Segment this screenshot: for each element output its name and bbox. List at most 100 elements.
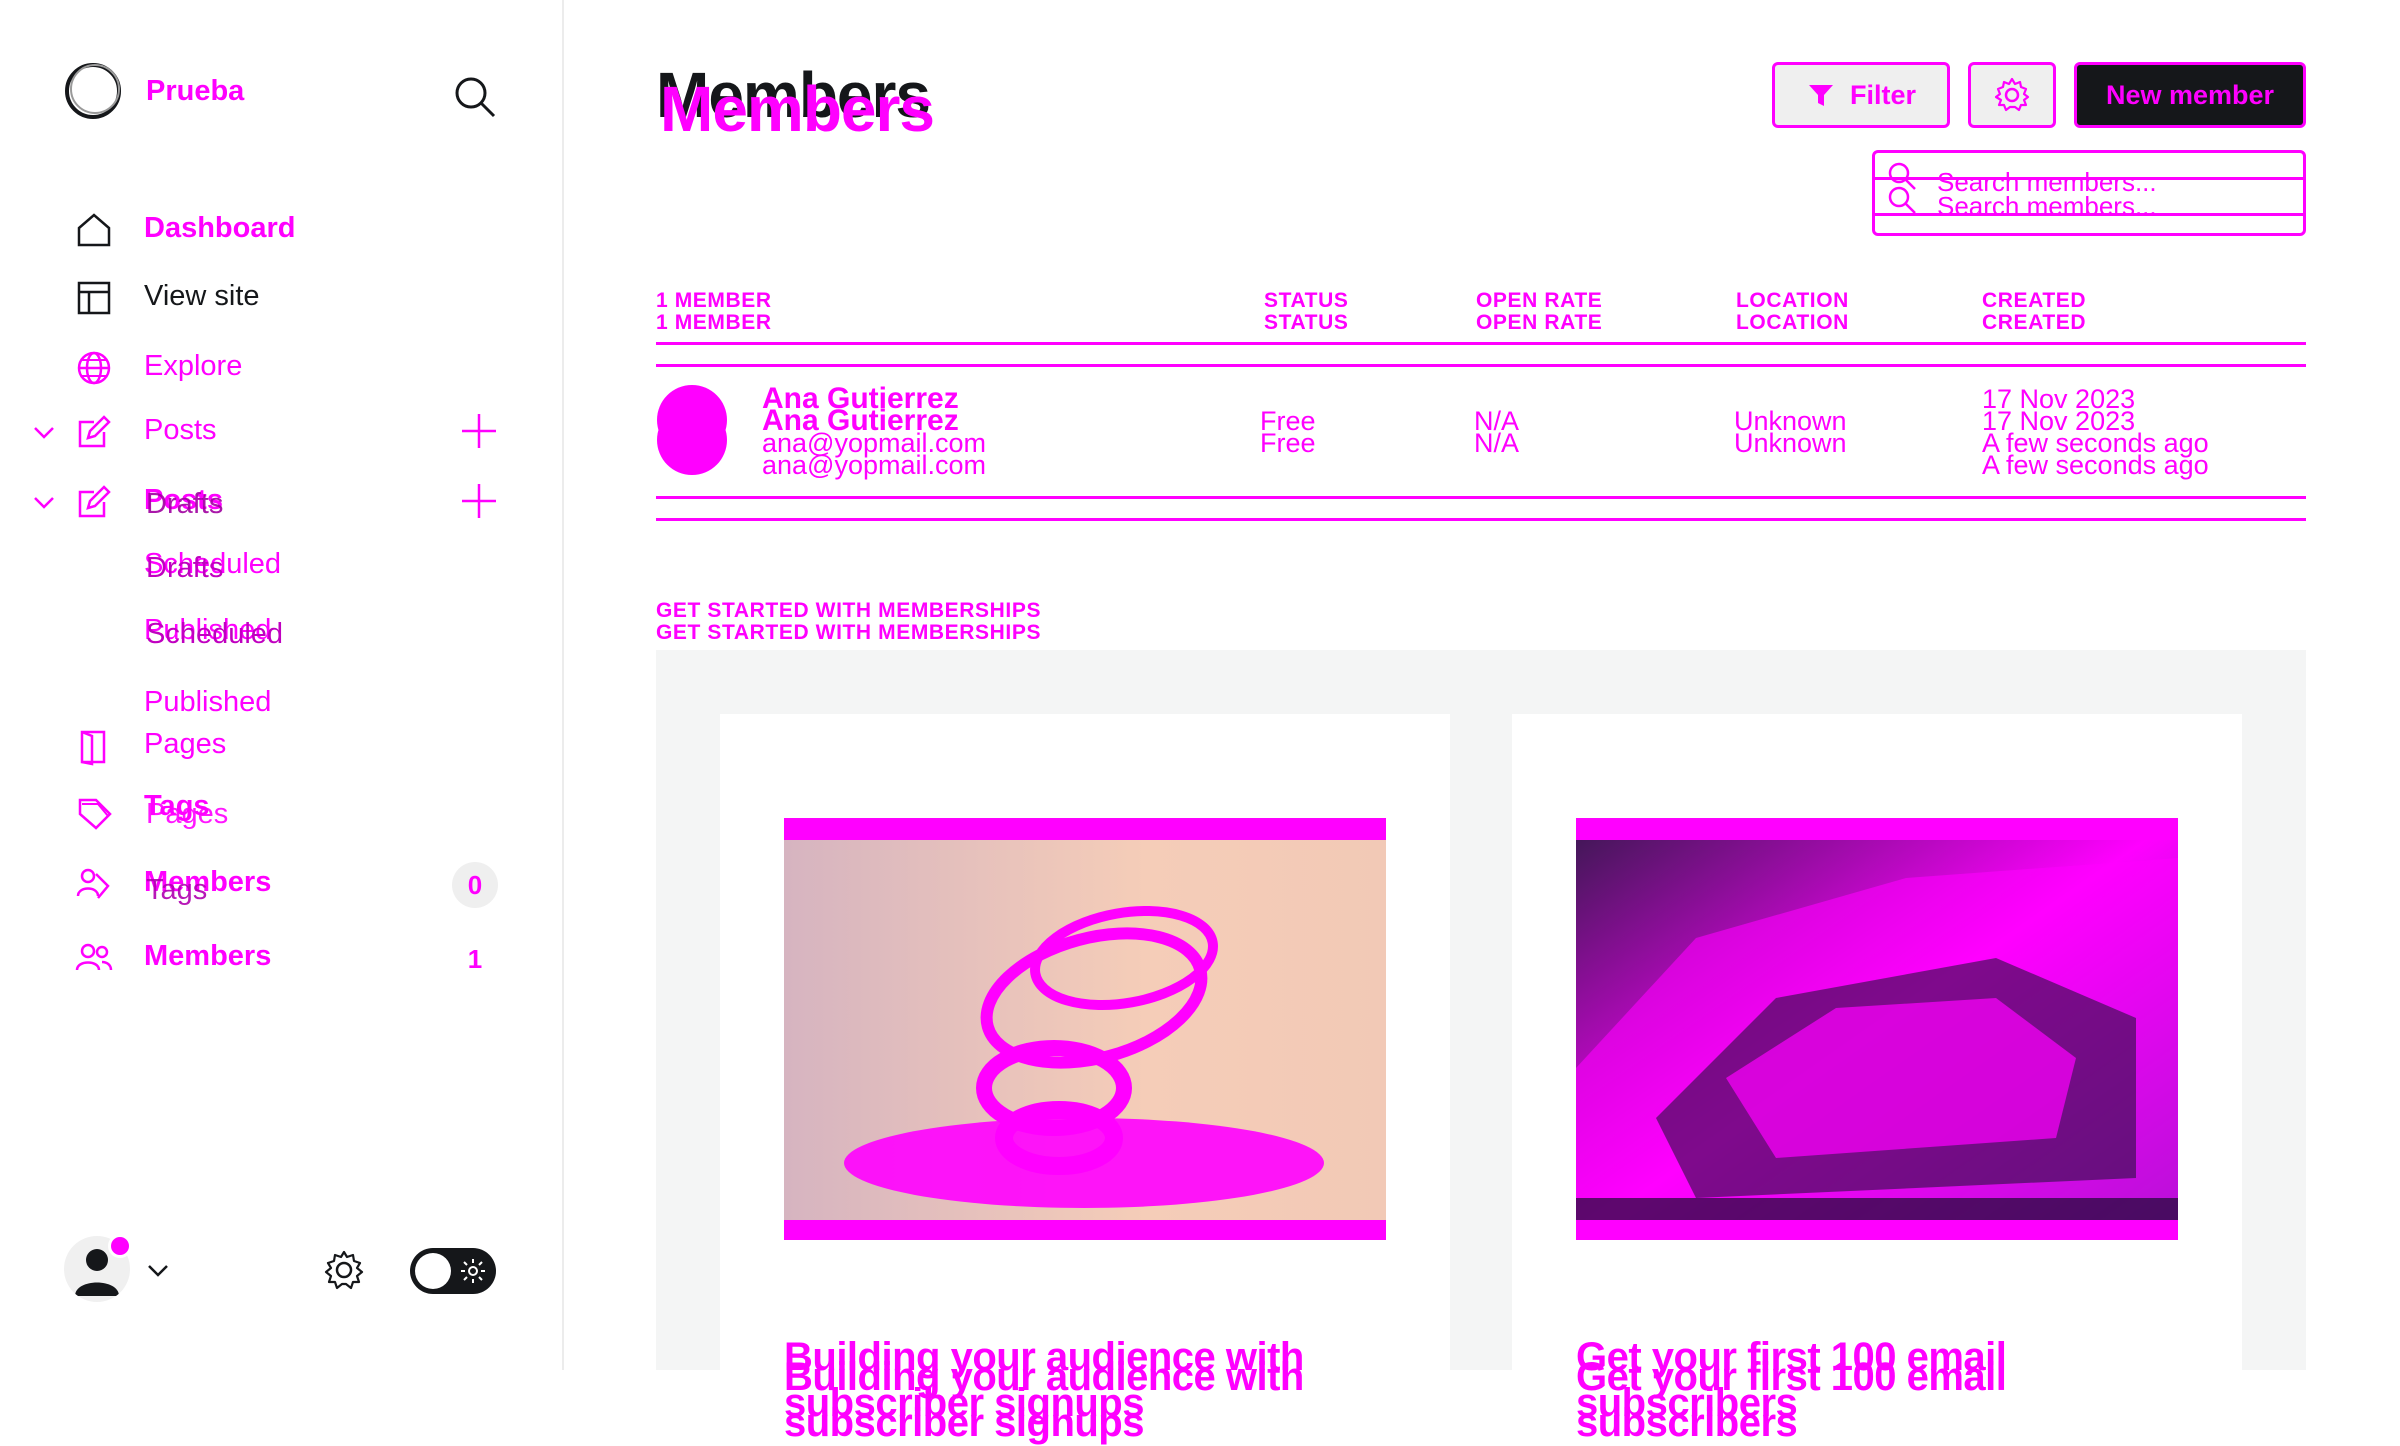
settings-gear-icon[interactable] [322, 1248, 366, 1292]
member-open-rate: N/A N/A [1474, 408, 1520, 458]
column-header-member[interactable]: 1 MEMBER 1 MEMBER [656, 290, 772, 334]
main-content: Members Members Filter New member Search… [564, 0, 2400, 1445]
add-post-icon[interactable] [460, 482, 498, 520]
sidebar-item-members[interactable]: Members Tags 0 [0, 856, 562, 912]
globe-icon [77, 351, 111, 385]
members-count-badge: 0 [452, 862, 498, 908]
sidebar-item-label: Posts [144, 414, 217, 446]
sidebar-subitem-label: Published [144, 686, 272, 718]
sidebar-item-view-site[interactable]: View site [0, 270, 562, 326]
edit-icon [78, 485, 111, 518]
sidebar-item-posts-duplicate[interactable]: Posts Drafts [0, 474, 562, 530]
member-location-text-overlap: Unknown [1734, 428, 1847, 458]
column-header-label: LOCATION [1736, 289, 1849, 312]
gear-icon [1994, 77, 2030, 112]
card-title[interactable]: Get your first 100 email subscribers Get… [1576, 1334, 2176, 1445]
filter-icon [1808, 85, 1833, 106]
get-started-title: GET STARTED WITH MEMBERSHIPS GET STARTED… [656, 600, 1041, 644]
site-brand[interactable]: Prueba [64, 62, 244, 120]
sidebar-item-label-overlap: Pages [146, 798, 229, 830]
sidebar-item-label: Dashboard [144, 212, 296, 244]
members-icon [76, 868, 110, 899]
card-image [784, 818, 1386, 1240]
column-header-label-overlap: LOCATION [1736, 311, 1849, 334]
chevron-down-icon[interactable] [144, 1256, 172, 1284]
sidebar-item-label-overlap: Tags [146, 874, 208, 906]
page-icon [80, 730, 106, 766]
table-divider [656, 496, 2306, 499]
get-started-title-text: GET STARTED WITH MEMBERSHIPS [656, 599, 1042, 622]
member-created-date: 17 Nov 2023 17 Nov 2023 [1982, 386, 2135, 435]
members-settings-button[interactable] [1968, 62, 2056, 128]
sidebar-subitem-published[interactable]: Published Scheduled [144, 614, 283, 650]
column-header-label: OPEN RATE [1476, 289, 1603, 312]
sidebar-item-posts[interactable]: Posts [0, 404, 562, 460]
member-email: ana@yopmail.com ana@yopmail.com [762, 430, 987, 480]
sidebar-item-label: Pages [144, 728, 227, 760]
members-icon [75, 943, 113, 971]
resource-card[interactable]: Get your first 100 email subscribers Get… [1512, 714, 2242, 1445]
card-title-text-overlap: Get your first 100 email subscribers [1576, 1355, 2007, 1445]
sidebar-subitem-label-overlap: Scheduled [146, 618, 284, 650]
new-member-button[interactable]: New member [2074, 62, 2306, 128]
column-header-open-rate[interactable]: OPEN RATE OPEN RATE [1476, 290, 1602, 334]
site-name: Prueba [146, 74, 245, 107]
page-title-text-overlap: Members [660, 73, 935, 145]
members-count-badge: 1 [467, 944, 483, 974]
sidebar-item-dashboard[interactable]: Dashboard [0, 202, 562, 258]
sidebar-item-members-active[interactable]: Members 1 [0, 930, 562, 986]
member-created-relative: A few seconds ago A few seconds ago [1982, 430, 2209, 480]
member-name: Ana Gutierrez Ana Gutierrez [762, 384, 959, 436]
sidebar-item-label: Members [144, 940, 272, 972]
member-status: Free Free [1260, 408, 1316, 458]
add-post-icon[interactable] [460, 412, 498, 450]
filter-button-label: Filter [1849, 79, 1916, 110]
search-members-input[interactable]: Search members... Search members... [1872, 150, 2306, 236]
member-status-text-overlap: Free [1260, 428, 1316, 458]
chevron-down-icon[interactable] [30, 418, 58, 446]
sidebar-item-tags[interactable]: Tags Pages [0, 786, 562, 842]
card-image-band [1576, 818, 2178, 840]
edit-icon [78, 415, 111, 448]
member-email-text-overlap: ana@yopmail.com [762, 450, 987, 480]
card-image-band [1576, 1220, 2178, 1240]
column-header-label: 1 MEMBER [656, 289, 772, 312]
sidebar-item-pages[interactable]: Pages [0, 718, 562, 774]
column-header-status[interactable]: STATUS STATUS [1264, 290, 1348, 334]
table-divider [656, 364, 2306, 367]
column-header-label-overlap: 1 MEMBER [656, 311, 772, 334]
chevron-down-icon[interactable] [30, 488, 58, 516]
column-header-label-overlap: STATUS [1264, 311, 1349, 334]
sidebar: Prueba Dashboard View site Explore Posts… [0, 0, 564, 1370]
member-created-relative-text-overlap: A few seconds ago [1982, 450, 2209, 480]
get-started-title-text-overlap: GET STARTED WITH MEMBERSHIPS [656, 621, 1042, 644]
sidebar-item-label: View site [144, 280, 260, 312]
column-header-location[interactable]: LOCATION LOCATION [1736, 290, 1849, 334]
column-header-label-overlap: CREATED [1982, 311, 2087, 334]
card-image [1576, 818, 2178, 1240]
sidebar-item-label: Explore [144, 350, 243, 382]
column-header-created[interactable]: CREATED CREATED [1982, 290, 2086, 334]
resource-card[interactable]: Building your audience with subscriber s… [720, 714, 1450, 1445]
user-avatar[interactable] [64, 1234, 132, 1302]
table-divider [656, 342, 2306, 345]
search-icon[interactable] [452, 74, 498, 120]
sidebar-subitem-label-overlap: Drafts [146, 552, 224, 584]
card-title-text-overlap: Building your audience with subscriber s… [784, 1355, 1304, 1445]
column-header-label: CREATED [1982, 289, 2087, 312]
card-image-band [784, 818, 1386, 840]
table-divider [656, 518, 2306, 521]
filter-button[interactable]: Filter [1772, 62, 1950, 128]
card-image-band [784, 1220, 1386, 1240]
home-icon [77, 213, 111, 247]
sidebar-item-explore[interactable]: Explore [0, 340, 562, 396]
member-location: Unknown Unknown [1734, 408, 1847, 458]
tag-icon [78, 798, 112, 830]
sidebar-item-label-overlap: Drafts [146, 488, 224, 520]
sidebar-subitem-published-duplicate[interactable]: Published [144, 686, 271, 719]
sidebar-subitem-scheduled[interactable]: Scheduled Drafts [144, 548, 281, 584]
theme-toggle[interactable] [410, 1248, 496, 1294]
member-open-rate-text-overlap: N/A [1474, 428, 1520, 458]
search-placeholder-overlap: Search members... [1937, 191, 2157, 221]
card-title[interactable]: Building your audience with subscriber s… [784, 1334, 1384, 1445]
